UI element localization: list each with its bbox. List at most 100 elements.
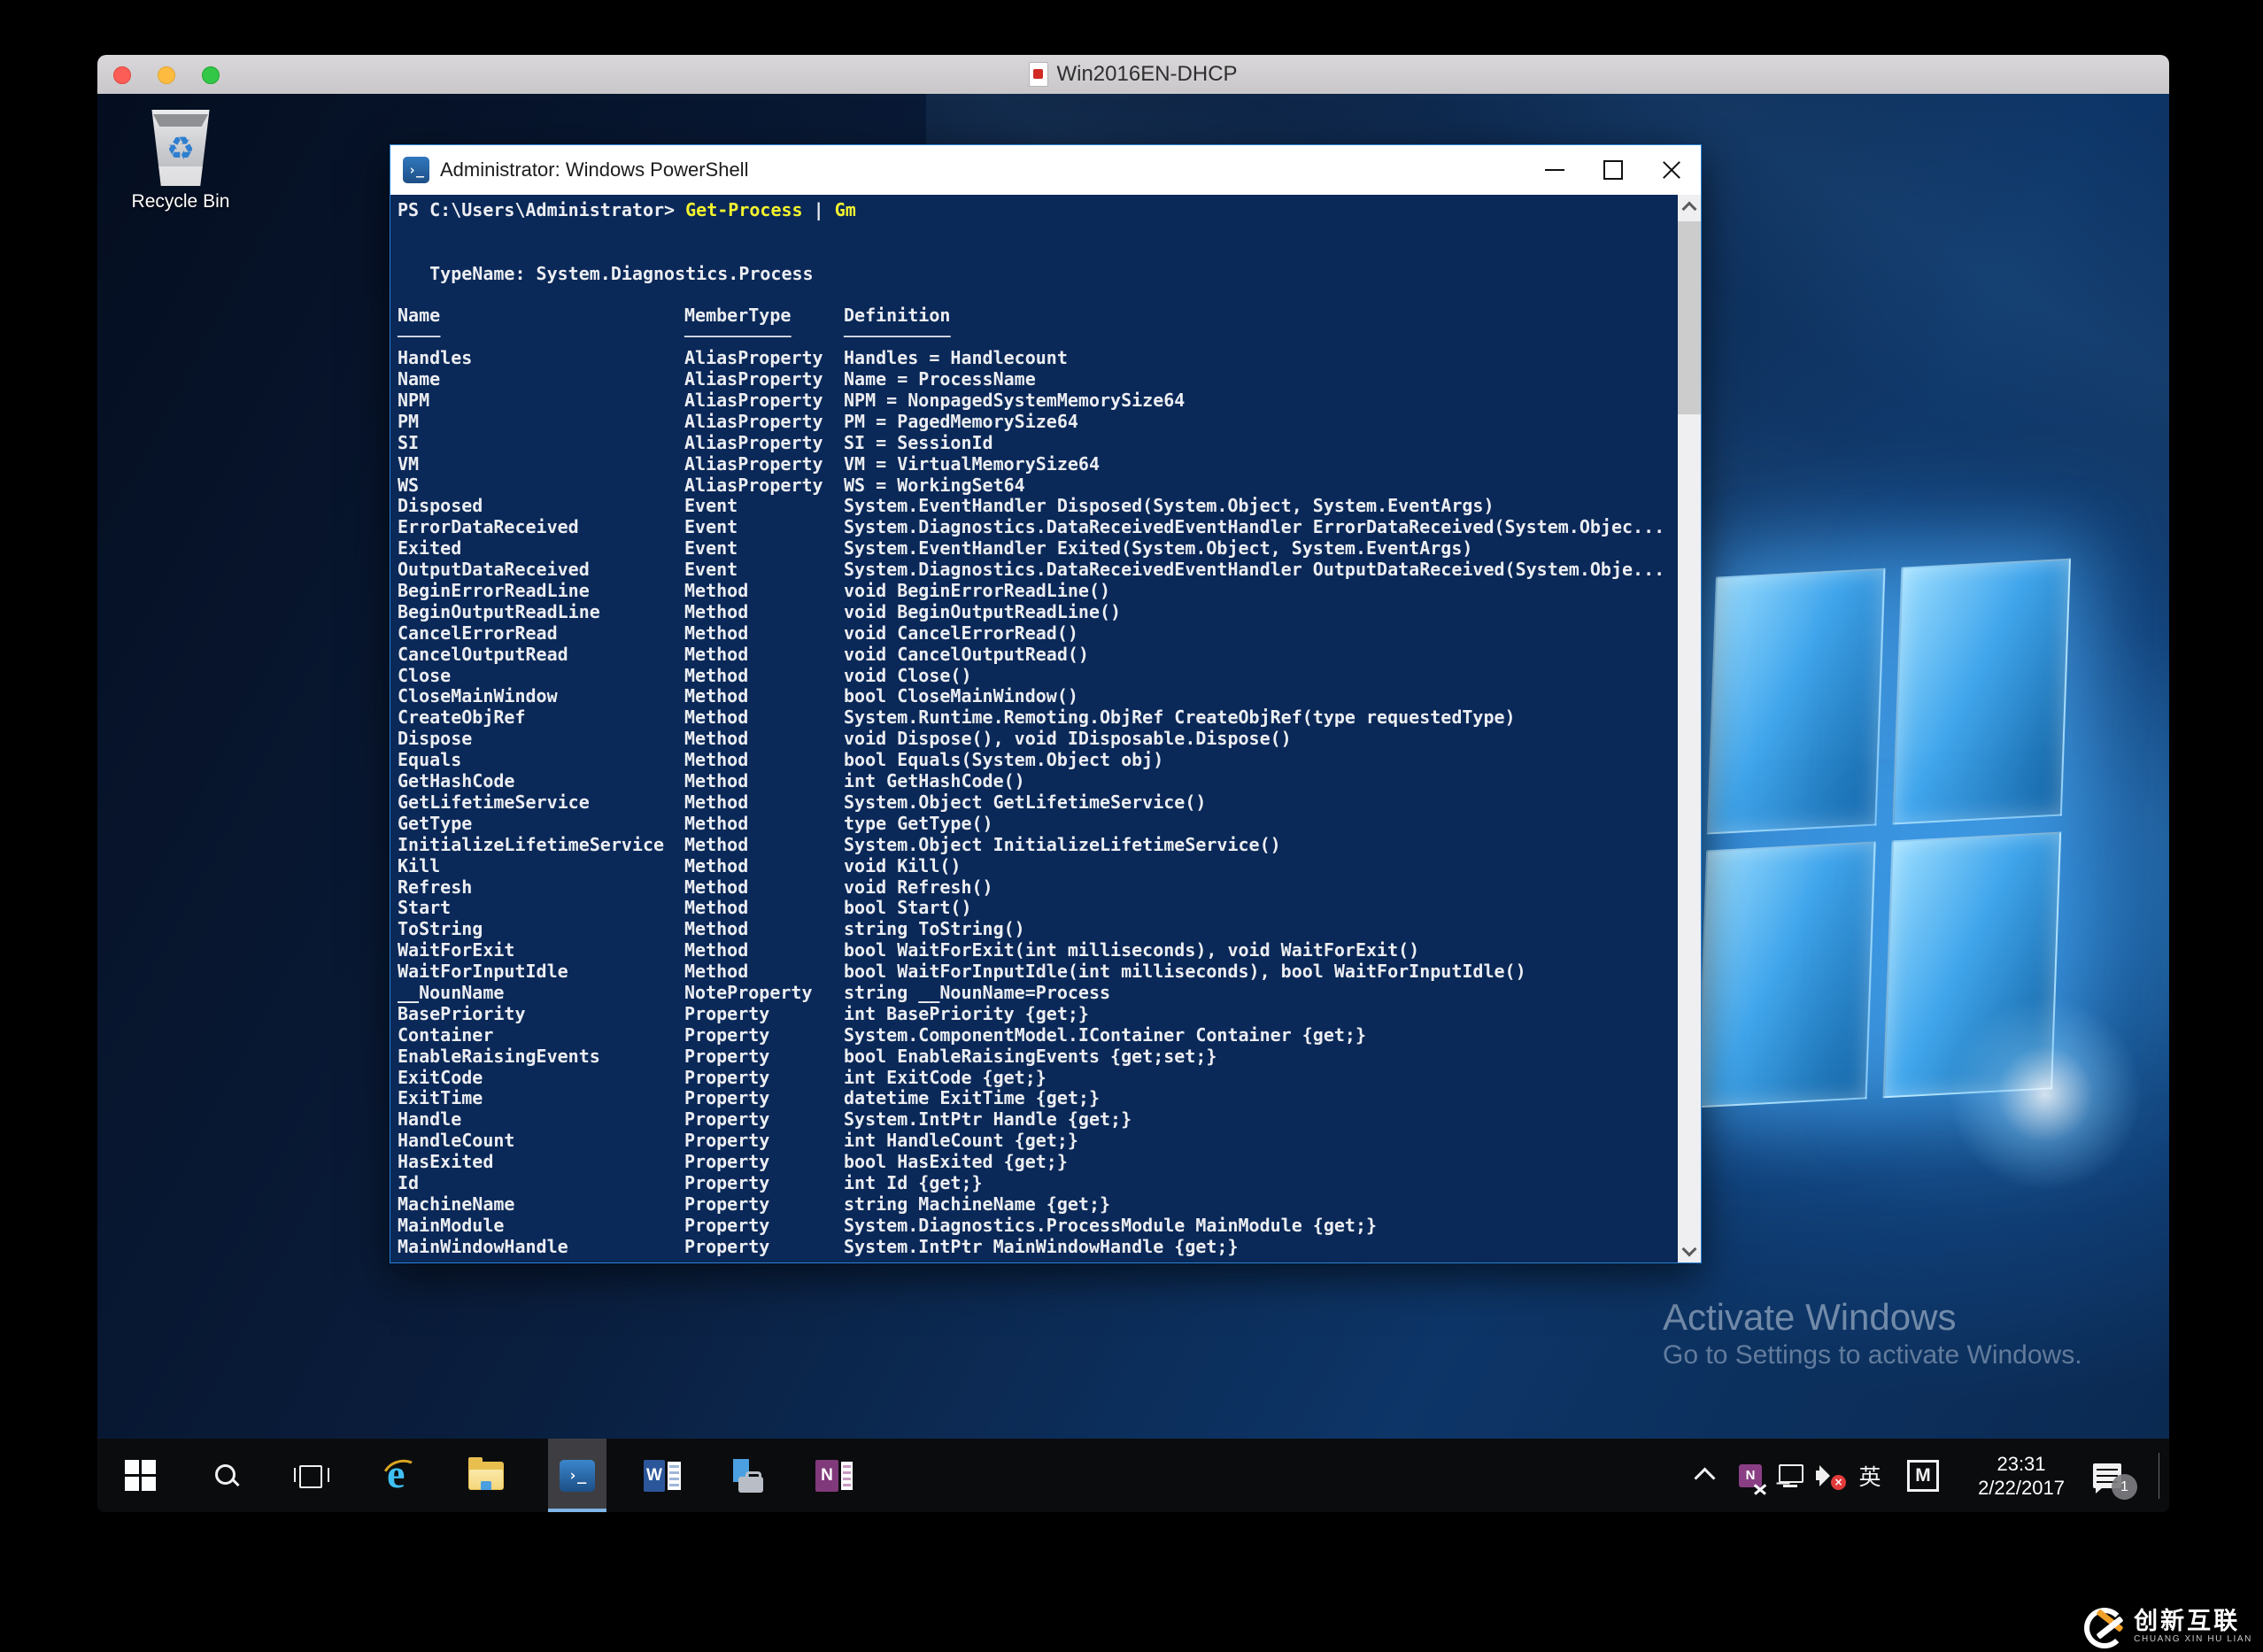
- notification-badge: 1: [2112, 1474, 2137, 1500]
- member-row: Refresh Method void Refresh(): [398, 876, 993, 898]
- powershell-title: Administrator: Windows PowerShell: [440, 158, 749, 181]
- internet-explorer-button[interactable]: e: [372, 1439, 430, 1512]
- scroll-down-arrow-icon[interactable]: [1678, 1239, 1701, 1262]
- internet-explorer-icon: e: [376, 1453, 428, 1501]
- member-row: WaitForExit Method bool WaitForExit(int mi…: [398, 939, 1420, 961]
- member-row: ExitCode Property int ExitCode {get;}: [398, 1066, 1047, 1088]
- windows-start-icon: [124, 1460, 156, 1491]
- watermark-cn-text: 创新互联: [2134, 1608, 2241, 1634]
- powershell-icon: ›_: [403, 157, 429, 183]
- onenote-icon: N: [815, 1459, 853, 1492]
- taskbar-clock[interactable]: 23:31 2/22/2017: [1955, 1439, 2088, 1512]
- action-center-button[interactable]: 1: [2088, 1439, 2137, 1512]
- scrollbar-thumb[interactable]: [1678, 221, 1701, 414]
- member-row: Id Property int Id {get;}: [398, 1171, 983, 1193]
- powershell-icon: ›_: [560, 1459, 595, 1492]
- typename-line: TypeName: System.Diagnostics.Process: [398, 262, 814, 284]
- prompt-prefix: PS C:\Users\Administrator>: [398, 199, 686, 220]
- vm-document-icon: [1029, 62, 1049, 87]
- show-hidden-icons-button[interactable]: [1685, 1439, 1724, 1512]
- member-row: Disposed Event System.EventHandler Dispose…: [398, 495, 1495, 517]
- ime-mode-indicator[interactable]: M: [1904, 1439, 1942, 1512]
- scroll-up-arrow-icon[interactable]: [1678, 195, 1701, 218]
- member-row: __NounName NoteProperty string __NounName=…: [398, 981, 1111, 1003]
- pipe-symbol: |: [802, 199, 835, 220]
- member-row: WaitForInputIdle Method bool WaitForInputI…: [398, 961, 1526, 983]
- onenote-button[interactable]: N: [805, 1439, 863, 1512]
- clock-time: 23:31: [1997, 1452, 2046, 1475]
- member-row: OutputDataReceived Event System.Diagnostic…: [398, 559, 1665, 581]
- server-manager-button[interactable]: [718, 1439, 776, 1512]
- member-row: SI AliasProperty SI = SessionId: [398, 431, 993, 453]
- member-row: Name AliasProperty Name = ProcessName: [398, 368, 1036, 390]
- member-row: Dispose Method void Dispose(), void IDispo…: [398, 728, 1292, 750]
- maximize-button[interactable]: [1584, 145, 1642, 195]
- member-row: MachineName Property string MachineName {g…: [398, 1193, 1111, 1215]
- member-row: MainModule Property System.Diagnostics.Pro…: [398, 1214, 1378, 1236]
- minimize-button[interactable]: [1525, 145, 1584, 195]
- volume-muted-icon: ×: [1816, 1463, 1846, 1490]
- scrollbar[interactable]: [1678, 195, 1701, 1262]
- powershell-window: ›_ Administrator: Windows PowerShell PS …: [390, 144, 1702, 1263]
- windows-logo-wallpaper: [1697, 558, 2071, 1108]
- file-explorer-button[interactable]: [457, 1439, 515, 1512]
- member-row: Kill Method void Kill(): [398, 854, 962, 876]
- chevron-up-icon: [1693, 1467, 1716, 1489]
- member-row: WS AliasProperty WS = WorkingSet64: [398, 474, 1025, 496]
- member-row: BeginOutputReadLine Method void BeginOutpu…: [398, 600, 1122, 622]
- member-row: Exited Event System.EventHandler Exited(Sy…: [398, 537, 1473, 560]
- recycle-bin[interactable]: ♻ Recycle Bin: [127, 110, 234, 212]
- member-row: Container Property System.ComponentModel.I…: [398, 1023, 1367, 1046]
- close-button[interactable]: [1642, 145, 1701, 195]
- member-row: ErrorDataReceived Event System.Diagnostics…: [398, 516, 1665, 538]
- member-row: ToString Method string ToString(): [398, 918, 1025, 940]
- member-row: GetLifetimeService Method System.Object Ge…: [398, 791, 1207, 813]
- word-icon: W: [644, 1459, 681, 1492]
- member-row: GetHashCode Method int GetHashCode(): [398, 770, 1025, 792]
- start-button[interactable]: [111, 1439, 169, 1512]
- windows-desktop: ♻ Recycle Bin Activate Windows Go to Set…: [97, 94, 2169, 1439]
- clock-date: 2/22/2017: [1978, 1476, 2065, 1499]
- member-row: CreateObjRef Method System.Runtime.Remotin…: [398, 706, 1516, 729]
- member-row: NPM AliasProperty NPM = NonpagedSystemMemo…: [398, 390, 1186, 412]
- member-row: CancelErrorRead Method void CancelErrorRea…: [398, 621, 1078, 644]
- member-row: CloseMainWindow Method bool CloseMainWindo…: [398, 685, 1078, 707]
- command-gm: Gm: [834, 199, 856, 220]
- search-icon: [215, 1463, 238, 1487]
- member-row: CancelOutputRead Method void CancelOutputR…: [398, 643, 1089, 665]
- member-row: BasePriority Property int BasePriority {ge…: [398, 1002, 1089, 1024]
- console-output: PS C:\Users\Administrator> Get-Process |…: [390, 195, 1678, 1262]
- powershell-titlebar[interactable]: ›_ Administrator: Windows PowerShell: [390, 145, 1701, 195]
- vm-window: Win2016EN-DHCP ♻ Recycle Bin Activate Wi…: [97, 55, 2169, 1512]
- activate-line2: Go to Settings to activate Windows.: [1663, 1340, 2082, 1370]
- ime-language-indicator[interactable]: 英: [1850, 1439, 1889, 1512]
- volume-muted-badge: ×: [1831, 1474, 1846, 1490]
- member-row: GetType Method type GetType(): [398, 812, 993, 834]
- mac-title-group: Win2016EN-DHCP: [97, 55, 2169, 94]
- network-tray[interactable]: [1771, 1439, 1810, 1512]
- task-view-icon: [294, 1464, 329, 1488]
- network-icon: [1776, 1463, 1804, 1487]
- member-row: PM AliasProperty PM = PagedMemorySize64: [398, 410, 1078, 432]
- member-row: Close Method void Close(): [398, 664, 972, 686]
- mac-window-title: Win2016EN-DHCP: [1056, 62, 1238, 86]
- watermark-en-text: CHUANG XIN HU LIAN: [2134, 1634, 2252, 1644]
- member-row: Handles AliasProperty Handles = Handlecoun…: [398, 347, 1068, 369]
- task-view-button[interactable]: [281, 1439, 339, 1512]
- member-row: Handle Property System.IntPtr Handle {get;…: [398, 1108, 1132, 1131]
- recycle-bin-label: Recycle Bin: [131, 191, 230, 212]
- server-manager-toolbox-icon: [730, 1458, 765, 1493]
- volume-tray[interactable]: ×: [1811, 1439, 1850, 1512]
- member-row: HandleCount Property int HandleCount {get;…: [398, 1130, 1078, 1152]
- cx-logo-icon: [2084, 1606, 2126, 1648]
- taskbar-search-button[interactable]: [197, 1439, 256, 1512]
- member-row: InitializeLifetimeService Method System.Ob…: [398, 833, 1281, 855]
- taskbar-powershell-button-active[interactable]: ›_: [548, 1439, 606, 1512]
- ime-mode-label: M: [1907, 1459, 1939, 1492]
- onenote-clipper-icon: N: [1739, 1463, 1762, 1487]
- prompt-line: PS C:\Users\Administrator> Get-Process |…: [398, 199, 1678, 221]
- member-row: ExitTime Property datetime ExitTime {get;}: [398, 1087, 1100, 1109]
- powershell-console[interactable]: PS C:\Users\Administrator> Get-Process |…: [390, 195, 1701, 1262]
- word-button[interactable]: W: [633, 1439, 691, 1512]
- onenote-clipper-tray[interactable]: N: [1731, 1439, 1770, 1512]
